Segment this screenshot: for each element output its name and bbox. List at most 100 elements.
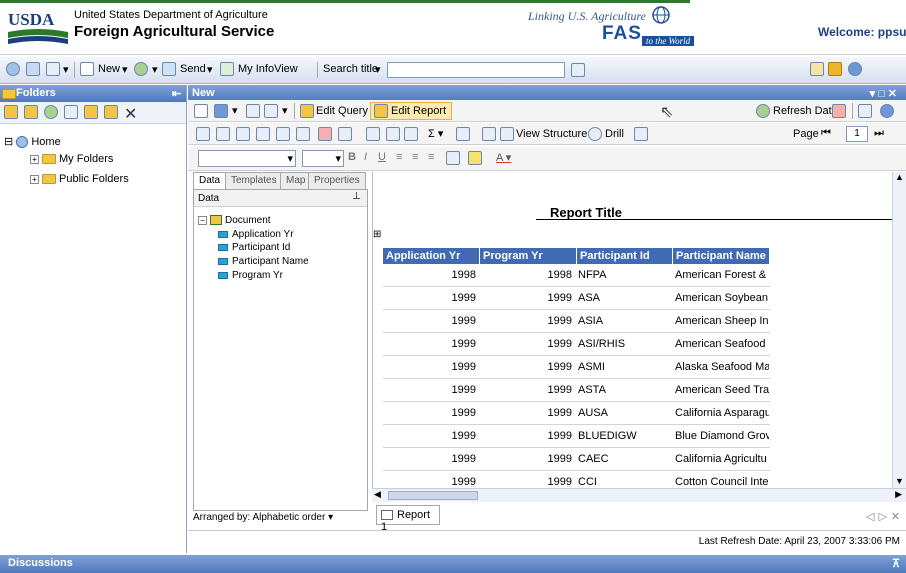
- break-icon[interactable]: [386, 127, 400, 141]
- refresh-icon[interactable]: [134, 62, 148, 76]
- chevron-down-icon[interactable]: ▾: [232, 104, 238, 117]
- table-cell[interactable]: 1999: [480, 292, 572, 304]
- table-row[interactable]: 1999 1999 BLUEDIGW Blue Diamond Grov: [383, 425, 770, 448]
- tab-templates[interactable]: Templates: [225, 172, 283, 189]
- table-cell[interactable]: 1999: [480, 361, 572, 373]
- first-page-icon[interactable]: ⏮: [821, 127, 831, 140]
- table-cell[interactable]: 1999: [480, 315, 572, 327]
- tab-properties[interactable]: Properties: [308, 172, 366, 189]
- table-cell[interactable]: American Forest &: [675, 269, 769, 281]
- underline-icon[interactable]: U: [378, 151, 386, 163]
- send-dropdown-icon[interactable]: ▾: [207, 63, 213, 76]
- ranking-icon[interactable]: [338, 127, 352, 141]
- pin-icon[interactable]: ⊥: [352, 191, 361, 202]
- tree-item-document[interactable]: − Document: [198, 215, 271, 226]
- font-size-select[interactable]: ▾: [302, 150, 344, 167]
- table-cell[interactable]: CAEC: [578, 453, 668, 465]
- table-cell[interactable]: American Sheep In: [675, 315, 769, 327]
- field-item[interactable]: Participant Id: [218, 242, 290, 253]
- discussions-panel-header[interactable]: Discussions ⊼: [0, 555, 906, 573]
- font-color-icon[interactable]: A ▾: [496, 151, 511, 164]
- column-header[interactable]: Participant Name: [673, 248, 770, 264]
- search-title-dropdown[interactable]: Search title: [323, 63, 378, 75]
- purge-icon[interactable]: [832, 104, 846, 118]
- table-cell[interactable]: ASI/RHIS: [578, 338, 668, 350]
- table-cell[interactable]: 1999: [383, 338, 476, 350]
- format-table-icon[interactable]: [196, 127, 210, 141]
- report-tab[interactable]: Report 1: [376, 505, 440, 533]
- table-cell[interactable]: American Seed Tra: [675, 384, 769, 396]
- chevron-down-icon[interactable]: ▾: [63, 63, 69, 76]
- table-cell[interactable]: 1999: [383, 453, 476, 465]
- table-cell[interactable]: American Soybean: [675, 292, 769, 304]
- new-doc-icon[interactable]: [194, 104, 208, 118]
- new-button[interactable]: New: [98, 63, 120, 75]
- table-cell[interactable]: Alaska Seafood Ma: [675, 361, 769, 373]
- table-cell[interactable]: 1999: [480, 476, 572, 488]
- table-cell[interactable]: 1999: [383, 384, 476, 396]
- table-cell[interactable]: NFPA: [578, 269, 668, 281]
- table-row[interactable]: 1999 1999 ASMI Alaska Seafood Ma: [383, 356, 770, 379]
- collapse-panel-icon[interactable]: ⇤: [172, 87, 181, 100]
- search-input[interactable]: [387, 62, 565, 78]
- align-left-icon[interactable]: ≡: [396, 151, 402, 163]
- table-cell[interactable]: 1999: [480, 430, 572, 442]
- chevron-down-icon[interactable]: ▾: [152, 63, 158, 76]
- table-cell[interactable]: 1999: [480, 384, 572, 396]
- bold-icon[interactable]: B: [348, 151, 356, 163]
- filter-icon[interactable]: [366, 127, 380, 141]
- help-icon[interactable]: [880, 104, 894, 118]
- vertical-scrollbar[interactable]: ▲ ▼: [892, 172, 906, 488]
- edit-query-button[interactable]: Edit Query: [316, 105, 368, 117]
- column-header[interactable]: Application Yr: [383, 248, 480, 264]
- document-list-icon[interactable]: [46, 62, 60, 76]
- table-cell[interactable]: 1998: [480, 269, 572, 281]
- page-number-input[interactable]: 1: [846, 126, 868, 142]
- table-cell[interactable]: California Asparagu: [675, 407, 769, 419]
- table-row[interactable]: 1999 1999 ASI/RHIS American Seafood: [383, 333, 770, 356]
- field-item[interactable]: Application Yr: [218, 229, 294, 240]
- open-folder-icon[interactable]: [24, 105, 38, 119]
- column-header[interactable]: Program Yr: [480, 248, 577, 264]
- snapshot-icon[interactable]: [634, 127, 648, 141]
- table-row[interactable]: 1998 1998 NFPA American Forest &: [383, 264, 770, 287]
- table-row[interactable]: 1999 1999 ASTA American Seed Tra: [383, 379, 770, 402]
- fill-color-icon[interactable]: [468, 151, 482, 165]
- send-button[interactable]: Send: [180, 63, 206, 75]
- drill-button[interactable]: Drill: [605, 128, 624, 140]
- tab-map[interactable]: Map: [280, 172, 312, 189]
- expand-icon[interactable]: +: [30, 154, 39, 164]
- table-cell[interactable]: 1999: [480, 407, 572, 419]
- table-row[interactable]: 1999 1999 ASIA American Sheep In: [383, 310, 770, 333]
- template-icon[interactable]: [482, 127, 496, 141]
- chevron-down-icon[interactable]: ▾: [375, 63, 381, 76]
- column-header[interactable]: Participant Id: [577, 248, 673, 264]
- table-cell[interactable]: ASIA: [578, 315, 668, 327]
- folder-view-icon[interactable]: [4, 105, 18, 119]
- sum-icon[interactable]: Σ ▾: [428, 127, 443, 140]
- new-dropdown-icon[interactable]: ▾: [122, 63, 128, 76]
- expand-icon[interactable]: +: [30, 174, 39, 184]
- table-cell[interactable]: Blue Diamond Grov: [675, 430, 769, 442]
- table-cell[interactable]: 1999: [480, 453, 572, 465]
- table-cell[interactable]: ASTA: [578, 384, 668, 396]
- border-icon[interactable]: [446, 151, 460, 165]
- track-changes-icon[interactable]: [858, 104, 872, 118]
- font-family-select[interactable]: ▾: [198, 150, 296, 167]
- tree-item-public-folders[interactable]: + Public Folders: [30, 173, 129, 185]
- tab-navigation-icon[interactable]: ◁▷✕: [866, 510, 904, 523]
- formula-icon[interactable]: [216, 127, 230, 141]
- scroll-up-icon[interactable]: ▲: [895, 172, 904, 182]
- table-cell[interactable]: AUSA: [578, 407, 668, 419]
- filter-bar-icon[interactable]: [256, 127, 270, 141]
- sort-icon[interactable]: [404, 127, 418, 141]
- table-cell[interactable]: 1999: [383, 430, 476, 442]
- table-cell[interactable]: ASMI: [578, 361, 668, 373]
- table-row[interactable]: 1999 1999 CAEC California Agricultu: [383, 448, 770, 471]
- table-cell[interactable]: 1999: [480, 338, 572, 350]
- tree-item-my-folders[interactable]: + My Folders: [30, 153, 113, 165]
- home-nav-icon[interactable]: [6, 62, 20, 76]
- table-cell[interactable]: California Agricultu: [675, 453, 769, 465]
- properties-icon[interactable]: [64, 105, 78, 119]
- italic-icon[interactable]: I: [364, 151, 367, 163]
